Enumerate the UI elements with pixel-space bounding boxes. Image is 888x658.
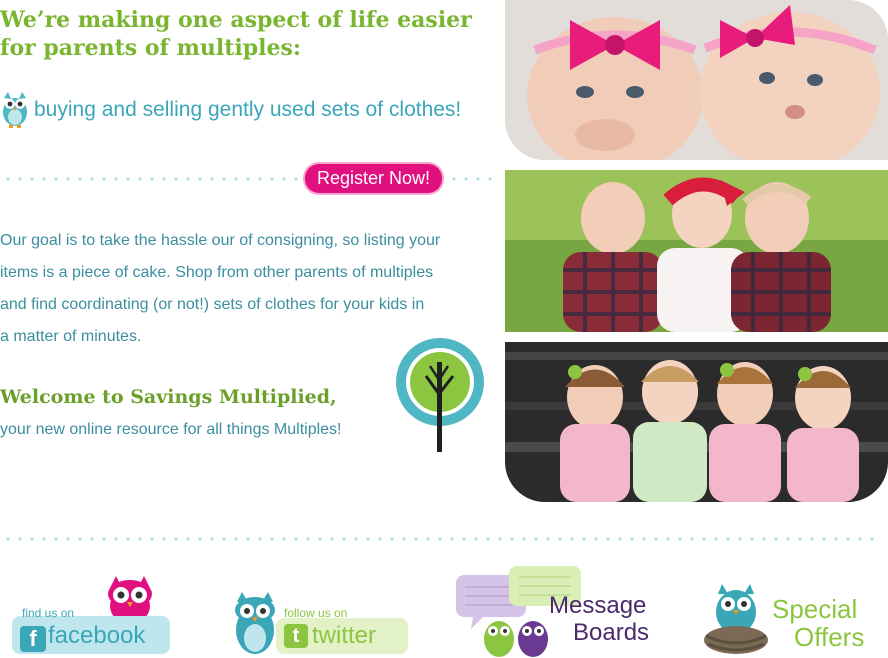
message-boards-line-2: Boards	[573, 619, 650, 646]
owl-icon	[3, 92, 27, 128]
facebook-prefix: find us on	[22, 606, 75, 620]
tagline-row: buying and selling gently used sets of c…	[0, 88, 500, 128]
twitter-prefix: follow us on	[284, 606, 348, 620]
facebook-f-icon: f	[20, 626, 46, 652]
photo-quadruplets-bench	[505, 342, 888, 502]
tagline-text: buying and selling gently used sets of c…	[34, 98, 462, 121]
message-boards-link[interactable]: Message Boards	[455, 565, 660, 658]
welcome-subtitle: your new online resource for all things …	[0, 421, 342, 438]
hero-headline: We’re making one aspect of life easier f…	[0, 6, 500, 62]
photo-triplets-grass	[505, 170, 888, 332]
facebook-link[interactable]: find us on f facebook	[12, 574, 172, 656]
special-offers-link[interactable]: Special Offers	[702, 582, 882, 658]
tree-logo-icon	[396, 338, 484, 452]
photo-twin-babies	[505, 0, 888, 160]
register-now-button[interactable]: Register Now!	[305, 164, 442, 193]
divider-dots-right	[448, 177, 496, 181]
message-boards-line-1: Message	[549, 592, 647, 619]
twitter-label: twitter	[312, 622, 377, 649]
headline-line-1: We’re making one aspect of life easier	[0, 7, 472, 33]
goal-line: Our goal is to take the hassle our of co…	[0, 232, 441, 249]
twitter-link[interactable]: follow us on t twitter	[232, 590, 412, 658]
twitter-t-icon: t	[284, 624, 308, 648]
owl-nest-icon	[704, 584, 768, 654]
goal-line: and find coordinating (or not!) sets of …	[0, 296, 425, 313]
goal-paragraph: Our goal is to take the hassle our of co…	[0, 225, 490, 353]
welcome-title: Welcome to Savings Multiplied,	[0, 386, 337, 408]
goal-line: items is a piece of cake. Shop from othe…	[0, 264, 434, 281]
special-offers-line-1: Special	[772, 594, 858, 624]
divider-dots-left	[2, 177, 302, 181]
headline-line-2: for parents of multiples:	[0, 35, 302, 61]
special-offers-line-2: Offers	[794, 622, 865, 652]
facebook-label: facebook	[48, 622, 146, 649]
owl-teal-icon	[235, 592, 275, 654]
divider-dots-bottom	[2, 537, 882, 541]
